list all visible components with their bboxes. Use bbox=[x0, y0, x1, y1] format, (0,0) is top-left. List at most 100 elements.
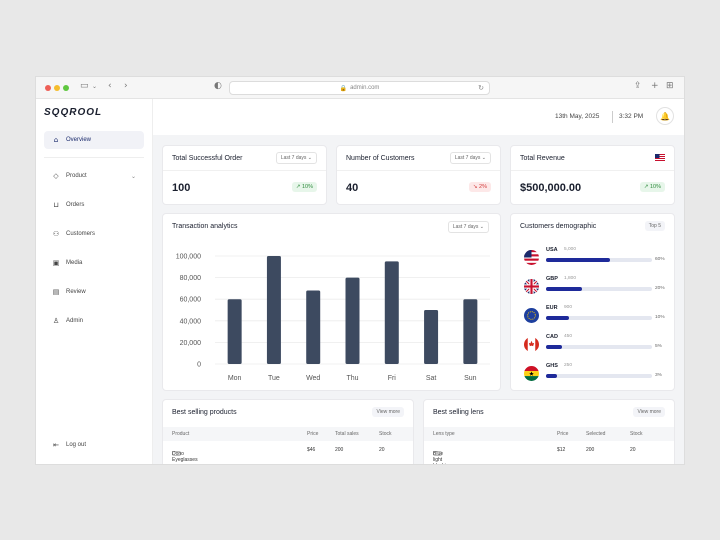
logout-button[interactable]: ⇤ Log out bbox=[44, 436, 144, 454]
kpi-card-customers: Number of Customers Last 7 days ⌄ 40 ↘ 2… bbox=[336, 145, 501, 205]
kpi-divider bbox=[337, 170, 500, 171]
chevron-down-icon: ⌄ bbox=[481, 155, 486, 161]
y-tick-label: 20,000 bbox=[180, 340, 202, 347]
bar-wed[interactable] bbox=[306, 290, 321, 364]
period-filter[interactable]: Last 7 days ⌄ bbox=[449, 152, 491, 164]
table-row[interactable]: Blue light blocking $12 200 20 bbox=[424, 443, 674, 464]
us-flag-icon[interactable] bbox=[655, 154, 665, 161]
period-filter[interactable]: Last 7 days ⌄ bbox=[275, 152, 317, 164]
customer-count: 250 bbox=[564, 363, 573, 368]
percentage: 3% bbox=[655, 373, 662, 378]
tab-overview-icon[interactable]: ⊞ bbox=[666, 81, 674, 91]
kpi-value: 40 bbox=[346, 182, 359, 194]
transaction-analytics-card: Transaction analytics Last 7 days ⌄ 0 20,… bbox=[162, 213, 501, 391]
kpi-title: Number of Customers bbox=[346, 155, 415, 162]
currency-code: GBP bbox=[546, 276, 558, 282]
trend-value: 2% bbox=[479, 184, 487, 190]
chevron-down-icon[interactable]: ⌄ bbox=[92, 83, 97, 90]
product-name: Dono Eyeglasses bbox=[172, 451, 198, 463]
sidebar-item-product[interactable]: ◇ Product ⌄ bbox=[44, 167, 144, 185]
trend-badge: ↗ 10% bbox=[291, 182, 317, 192]
minimize-window-button[interactable] bbox=[54, 85, 60, 91]
customers-demographic-card: Customers demographic Top 5 USA 5,000 60… bbox=[510, 213, 675, 391]
price-cell: $46 bbox=[307, 447, 316, 453]
url-bar[interactable]: 🔒 admin.com ↻ bbox=[229, 81, 490, 95]
bar-tue[interactable] bbox=[266, 256, 281, 364]
maximize-window-button[interactable] bbox=[63, 85, 69, 91]
sidebar-divider bbox=[44, 157, 144, 158]
sidebar-item-admin[interactable]: ♙ Admin bbox=[44, 312, 144, 330]
period-filter[interactable]: Last 7 days ⌄ bbox=[447, 221, 489, 233]
demographic-row-eur: EUR 900 10% bbox=[520, 305, 670, 329]
progress-fill bbox=[546, 345, 562, 349]
bar-sat[interactable] bbox=[424, 310, 439, 364]
basket-icon: ⊔ bbox=[53, 201, 59, 209]
sidebar-toggle-icon[interactable]: ▭ bbox=[80, 81, 89, 91]
kpi-title: Total Successful Order bbox=[172, 155, 243, 162]
main-content: 13th May, 2025 3:32 PM 🔔 Total Successfu… bbox=[153, 99, 684, 464]
sidebar: SQQROOL ⌂ Overview ◇ Product ⌄ ⊔ Orders … bbox=[36, 99, 153, 464]
kpi-value: $500,000.00 bbox=[520, 182, 582, 194]
bar-thu[interactable] bbox=[345, 277, 360, 364]
kpi-divider bbox=[511, 170, 674, 171]
table-header: Product Price Total sales Stock bbox=[163, 427, 413, 441]
shield-icon[interactable]: ◐ bbox=[214, 81, 222, 91]
logout-icon: ⇤ bbox=[53, 441, 59, 449]
share-icon[interactable]: ⇪ bbox=[634, 81, 642, 91]
sidebar-item-media[interactable]: ▣ Media bbox=[44, 254, 144, 272]
kpi-card-revenue: Total Revenue $500,000.00 ↗ 10% bbox=[510, 145, 675, 205]
brand-logo: SQQROOL bbox=[44, 107, 103, 118]
url-text: admin.com bbox=[350, 85, 380, 91]
view-more-lens-button[interactable]: View more bbox=[633, 407, 665, 417]
column-header: Lens type bbox=[433, 431, 455, 437]
kpi-title: Total Revenue bbox=[520, 155, 565, 162]
back-icon[interactable]: ‹ bbox=[108, 81, 112, 91]
close-window-button[interactable] bbox=[45, 85, 51, 91]
bell-icon[interactable]: 🔔 bbox=[656, 107, 674, 125]
home-icon: ⌂ bbox=[53, 136, 59, 144]
sidebar-item-orders[interactable]: ⊔ Orders bbox=[44, 196, 144, 214]
period-filter-label: Last 7 days bbox=[280, 155, 307, 161]
bar-mon[interactable] bbox=[227, 299, 242, 364]
progress-track bbox=[546, 316, 652, 320]
progress-fill bbox=[546, 287, 583, 291]
trend-badge: ↗ 10% bbox=[639, 182, 665, 192]
progress-track bbox=[546, 374, 652, 378]
header-date: 13th May, 2025 bbox=[555, 113, 600, 120]
x-tick-label: Mon bbox=[228, 375, 242, 382]
customer-count: 1,800 bbox=[564, 276, 577, 281]
new-tab-icon[interactable]: + bbox=[651, 81, 659, 91]
sidebar-item-label: Review bbox=[66, 289, 86, 295]
ghana-flag-icon bbox=[524, 366, 539, 381]
forward-icon[interactable]: › bbox=[124, 81, 128, 91]
trend-value: 10% bbox=[301, 184, 313, 190]
table-row[interactable]: Dono Eyeglasses $46 200 20 bbox=[163, 443, 413, 463]
x-tick-label: Wed bbox=[306, 375, 320, 382]
customer-count: 450 bbox=[564, 334, 573, 339]
best-selling-products-card: Best selling products View more Product … bbox=[162, 399, 414, 464]
bar-sun[interactable] bbox=[463, 299, 478, 364]
selected-cell: 200 bbox=[586, 447, 595, 453]
demographic-row-gbp: GBP 1,800 20% bbox=[520, 276, 670, 300]
best-lens-title: Best selling lens bbox=[433, 409, 484, 416]
best-selling-lens-card: Best selling lens View more Lens type Pr… bbox=[423, 399, 675, 464]
percentage: 10% bbox=[655, 315, 665, 320]
currency-code: EUR bbox=[546, 305, 558, 311]
chevron-down-icon: ⌄ bbox=[479, 224, 484, 230]
sidebar-item-overview[interactable]: ⌂ Overview bbox=[44, 131, 144, 149]
sidebar-item-review[interactable]: ▤ Review bbox=[44, 283, 144, 301]
percentage: 60% bbox=[655, 257, 665, 262]
reload-icon[interactable]: ↻ bbox=[478, 84, 484, 92]
sidebar-item-customers[interactable]: ⚇ Customers bbox=[44, 225, 144, 243]
column-header: Price bbox=[307, 431, 319, 437]
lock-icon: 🔒 bbox=[339, 84, 348, 92]
user-icon: ♙ bbox=[52, 317, 60, 325]
top-filter[interactable]: Top 5 bbox=[644, 221, 665, 231]
progress-fill bbox=[546, 374, 557, 378]
view-more-products-button[interactable]: View more bbox=[372, 407, 404, 417]
x-tick-label: Tue bbox=[268, 375, 280, 382]
progress-track bbox=[546, 258, 652, 262]
lens-name: Blue light blocking bbox=[433, 451, 451, 464]
bar-fri[interactable] bbox=[384, 261, 399, 364]
customer-count: 5,000 bbox=[564, 247, 577, 252]
